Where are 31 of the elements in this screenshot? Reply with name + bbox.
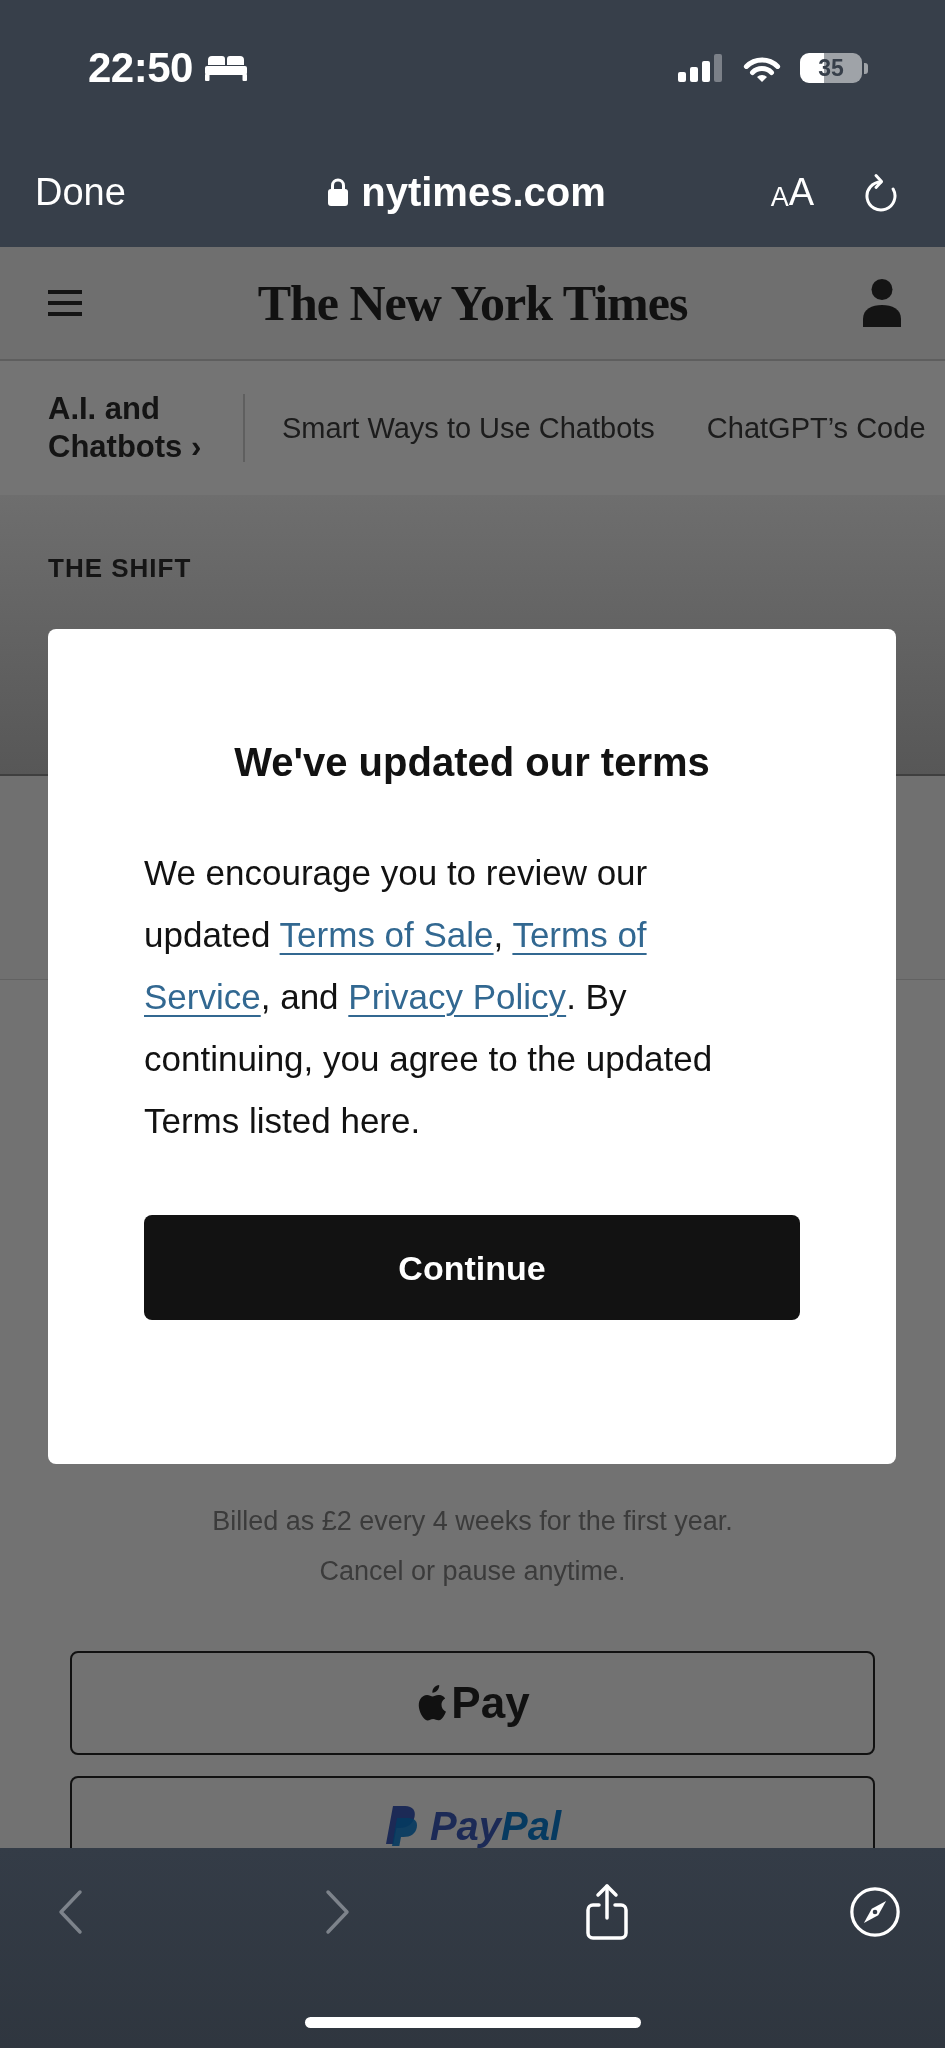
site-logo[interactable]: The New York Times [257,278,688,328]
share-icon [583,1883,630,1941]
continue-button[interactable]: Continue [144,1215,800,1320]
bed-icon [204,55,247,81]
inline-link[interactable]: Terms of Sale [279,915,494,954]
person-icon [863,279,901,327]
done-button[interactable]: Done [35,172,126,211]
inline-link[interactable]: Terms of [512,915,647,954]
inline-link[interactable]: Privacy Policy [348,977,567,1016]
nav-link[interactable]: Smart Ways to Use Chatbots [282,413,655,443]
dialog-message: We encourage you to review our updated Terms of Sale, Terms of Service, and Privacy Policy. By continuing, you agree to the updated Terms listed here. [144,852,714,1142]
compass-icon [850,1885,900,1939]
menu-icon [48,290,82,316]
signal-icon [678,54,724,82]
inline-link[interactable]: Service [144,977,261,1016]
refresh-button[interactable] [864,171,898,212]
menu-button[interactable] [48,290,82,316]
url-domain: nytimes.com [361,171,606,212]
chevron-left-icon [57,1889,83,1935]
nav-link[interactable]: ChatGPT’s Code [706,413,926,443]
p-logo-icon [383,1804,420,1846]
account-button[interactable] [863,279,901,327]
apple-pay-button[interactable]: Pay [70,1651,875,1755]
refresh-icon [864,171,898,212]
lock-icon [327,177,350,206]
status-time: 22:50 [88,47,193,89]
chevron-right-icon [325,1889,352,1935]
section-link[interactable]: A.I. and Chatbots › [48,390,218,466]
text-size-button[interactable]: AA [770,172,814,211]
dialog-title: We've updated our terms [233,739,711,786]
section-label: THE SHIFT [48,553,192,583]
